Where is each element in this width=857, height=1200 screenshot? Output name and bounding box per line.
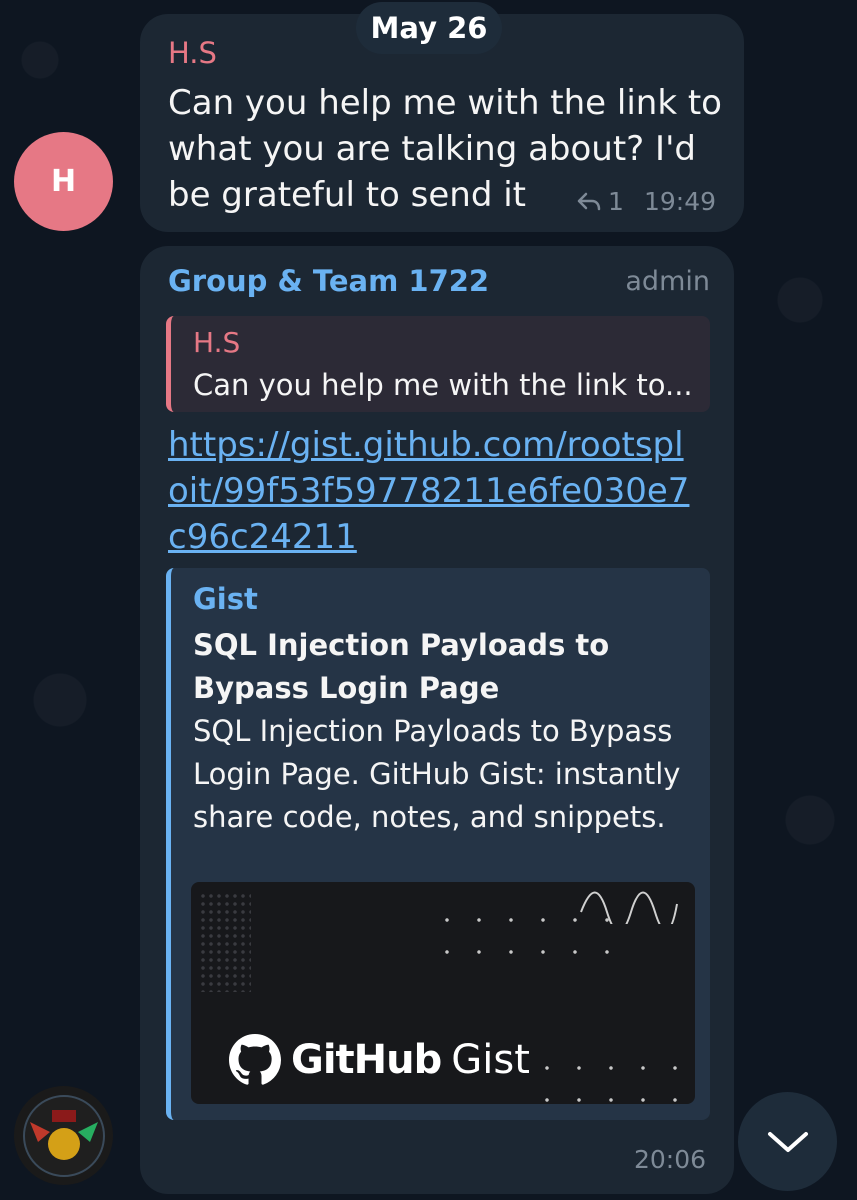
preview-site-name: Gist: [193, 582, 258, 616]
avatar[interactable]: H: [14, 132, 113, 231]
link-preview[interactable]: Gist SQL Injection Payloads to Bypass Lo…: [166, 568, 710, 1120]
preview-description: SQL Injection Payloads to Bypass Login P…: [193, 714, 681, 834]
team-logo-icon: [22, 1094, 105, 1177]
quote-sender: H.S: [193, 326, 241, 359]
avatar-letter: H: [50, 164, 77, 199]
github-gist-logo: GitHub Gist: [229, 1034, 530, 1086]
message-link[interactable]: https://gist.github.com/rootsploit/99f53…: [168, 422, 698, 560]
reply-arrow-icon[interactable]: [576, 191, 602, 213]
sender-name[interactable]: Group & Team 1722: [168, 264, 489, 298]
date-separator: May 26: [356, 2, 502, 54]
sender-name[interactable]: H.S: [168, 36, 217, 70]
quote-text: Can you help me with the link to...: [193, 368, 693, 402]
reply-quote[interactable]: H.S Can you help me with the link to...: [166, 316, 710, 412]
avatar[interactable]: [14, 1086, 113, 1185]
message-time: 19:49: [643, 187, 716, 216]
preview-image[interactable]: GitHub Gist: [191, 882, 695, 1104]
chevron-down-icon: [767, 1131, 808, 1152]
scroll-down-button[interactable]: [738, 1092, 837, 1191]
wave-decoration: [580, 891, 678, 924]
reply-count[interactable]: 1: [608, 187, 624, 216]
message-bubble[interactable]: Group & Team 1722 admin H.S Can you help…: [140, 246, 734, 1194]
brand-github: GitHub: [291, 1037, 442, 1083]
admin-badge: admin: [625, 266, 710, 297]
dot-pattern: [531, 1052, 691, 1102]
message-time: 20:06: [633, 1145, 706, 1174]
preview-title: SQL Injection Payloads to Bypass Login P…: [193, 628, 610, 705]
dot-pattern: [199, 892, 251, 992]
message-meta: 1 19:49: [576, 187, 716, 216]
github-octocat-icon: [229, 1034, 281, 1085]
brand-gist: Gist: [451, 1037, 530, 1083]
